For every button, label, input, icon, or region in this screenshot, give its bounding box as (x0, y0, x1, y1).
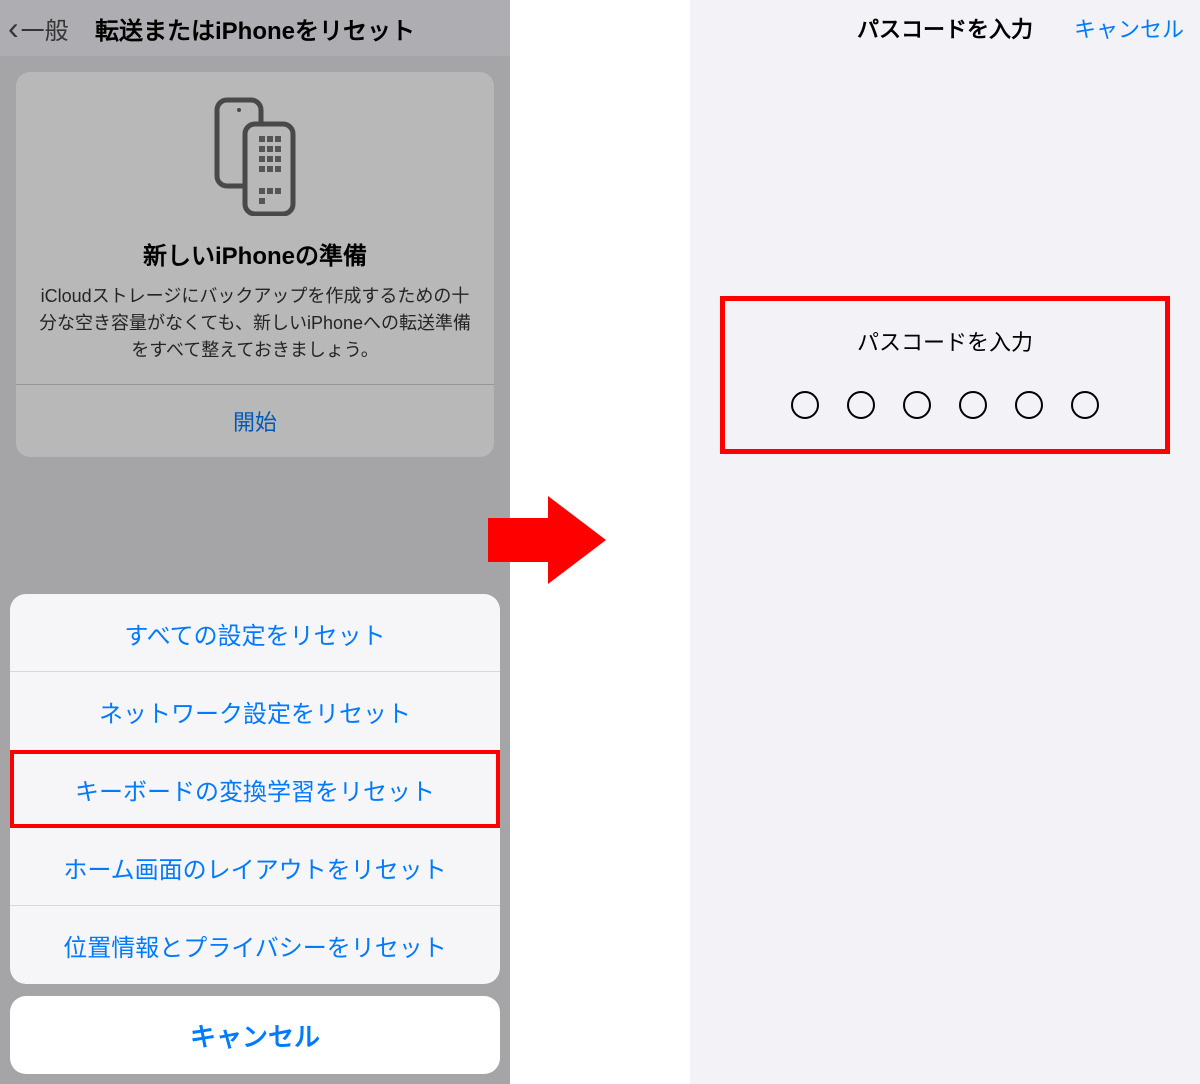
cancel-group: キャンセル (10, 996, 500, 1074)
passcode-dot-1 (791, 391, 819, 419)
transfer-icon (34, 96, 476, 216)
option-reset-all-settings[interactable]: すべての設定をリセット (10, 594, 500, 672)
nav-bar: パスコードを入力 キャンセル (690, 0, 1200, 56)
action-sheet: すべての設定をリセット ネットワーク設定をリセット キーボードの変換学習をリセッ… (10, 594, 500, 1074)
arrow-icon (488, 490, 608, 590)
option-reset-home-layout[interactable]: ホーム画面のレイアウトをリセット (10, 828, 500, 906)
nav-title: 転送またはiPhoneをリセット (0, 11, 510, 46)
option-reset-network[interactable]: ネットワーク設定をリセット (10, 672, 500, 750)
action-sheet-cancel[interactable]: キャンセル (10, 996, 500, 1074)
options-group: すべての設定をリセット ネットワーク設定をリセット キーボードの変換学習をリセッ… (10, 594, 500, 984)
option-reset-location-privacy[interactable]: 位置情報とプライバシーをリセット (10, 906, 500, 984)
card-description: iCloudストレージにバックアップを作成するための十分な空き容量がなくても、新… (34, 283, 476, 364)
nav-title: パスコードを入力 (857, 12, 1033, 44)
passcode-prompt: パスコードを入力 (745, 325, 1145, 357)
passcode-dot-3 (903, 391, 931, 419)
passcode-dot-6 (1071, 391, 1099, 419)
passcode-dot-4 (959, 391, 987, 419)
option-reset-keyboard-dictionary[interactable]: キーボードの変換学習をリセット (10, 750, 500, 828)
start-button[interactable]: 開始 (16, 385, 494, 457)
cancel-button[interactable]: キャンセル (1074, 12, 1184, 44)
passcode-dot-2 (847, 391, 875, 419)
card-title: 新しいiPhoneの準備 (34, 236, 476, 271)
back-label: 一般 (21, 11, 69, 46)
passcode-dots[interactable] (745, 391, 1145, 419)
chevron-left-icon: ‹ (8, 12, 19, 44)
card-body: 新しいiPhoneの準備 iCloudストレージにバックアップを作成するための十… (16, 72, 494, 384)
left-screen: ‹ 一般 転送またはiPhoneをリセット (0, 0, 510, 1084)
right-screen: パスコードを入力 キャンセル パスコードを入力 (690, 0, 1200, 1084)
passcode-dot-5 (1015, 391, 1043, 419)
passcode-entry: パスコードを入力 (720, 296, 1170, 454)
back-button[interactable]: ‹ 一般 (0, 11, 69, 46)
prepare-iphone-card: 新しいiPhoneの準備 iCloudストレージにバックアップを作成するための十… (16, 72, 494, 457)
nav-bar: ‹ 一般 転送またはiPhoneをリセット (0, 0, 510, 56)
